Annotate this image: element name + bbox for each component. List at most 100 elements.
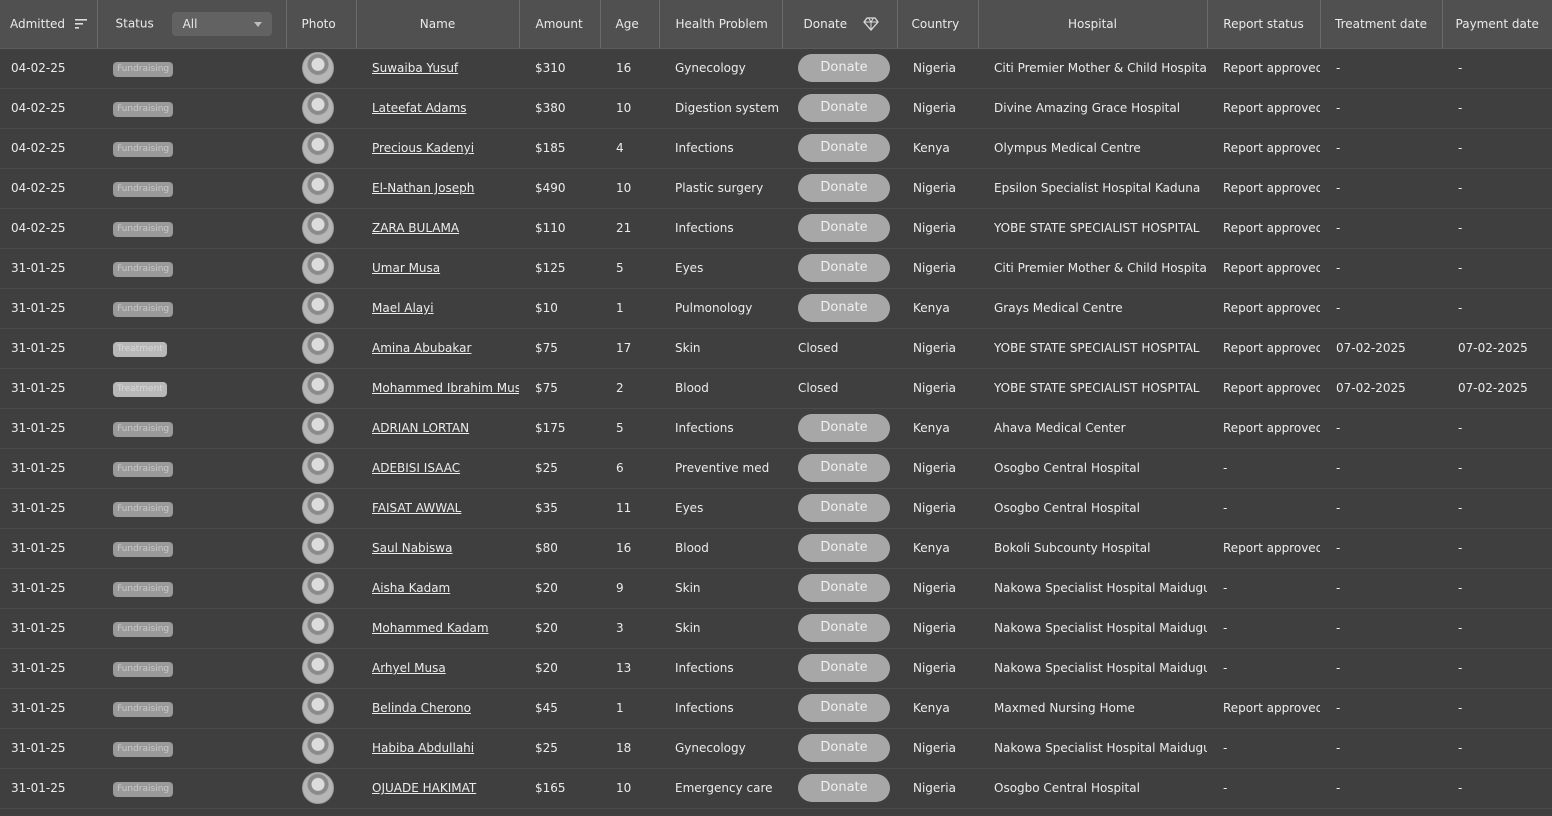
avatar[interactable]: [302, 652, 334, 684]
avatar[interactable]: [302, 372, 334, 404]
cell-name: Mael Alayi: [356, 288, 519, 329]
table-row[interactable]: 04-02-25 Fundraising Precious Kadenyi $185 4…: [0, 128, 1552, 169]
table-row[interactable]: 31-01-25 Fundraising Aisha Kadam $20 9 Skin Do…: [0, 568, 1552, 609]
cell-amount: $380: [519, 88, 600, 129]
table-row[interactable]: 04-02-25 Fundraising El-Nathan Joseph $490 1…: [0, 168, 1552, 209]
patient-name-link[interactable]: Mael Alayi: [372, 301, 434, 315]
avatar[interactable]: [302, 212, 334, 244]
donate-button[interactable]: Donate: [798, 614, 890, 642]
patient-name-link[interactable]: FAISAT AWWAL: [372, 501, 461, 515]
patient-name-link[interactable]: ADEBISI ISAAC: [372, 461, 460, 475]
donate-button[interactable]: Donate: [798, 414, 890, 442]
sort-lines-icon[interactable]: [74, 19, 87, 29]
donate-button[interactable]: Donate: [798, 654, 890, 682]
table-row[interactable]: 31-01-25 Fundraising FAISAT AWWAL $35 11 Eyes…: [0, 488, 1552, 529]
cell-admitted: 31-01-25: [0, 408, 97, 449]
avatar[interactable]: [302, 332, 334, 364]
donate-button[interactable]: Donate: [798, 694, 890, 722]
donate-button[interactable]: Donate: [798, 534, 890, 562]
table-row[interactable]: 31-01-25 Treatment Mohammed Ibrahim Musa $7…: [0, 368, 1552, 409]
patient-name-link[interactable]: Aisha Kadam: [372, 581, 450, 595]
avatar[interactable]: [302, 292, 334, 324]
donate-button[interactable]: Donate: [798, 774, 890, 802]
avatar[interactable]: [302, 732, 334, 764]
patient-name-link[interactable]: ZARA BULAMA: [372, 221, 459, 235]
avatar[interactable]: [302, 532, 334, 564]
cell-hospital: Olympus Medical Centre: [978, 128, 1207, 169]
patient-name-link[interactable]: Saul Nabiswa: [372, 541, 452, 555]
avatar[interactable]: [302, 572, 334, 604]
cell-payment-date: -: [1442, 48, 1552, 89]
patient-name-link[interactable]: Precious Kadenyi: [372, 141, 474, 155]
cell-status: Fundraising: [97, 288, 286, 329]
table-row[interactable]: 31-01-25 Treatment Amina Abubakar $75 17 Skin…: [0, 328, 1552, 369]
patient-name-link[interactable]: Lateefat Adams: [372, 101, 467, 115]
cell-amount: $75: [519, 328, 600, 369]
cell-donate: Donate: [782, 728, 897, 769]
table-row[interactable]: 31-01-25 Fundraising Arhyel Musa $20 13 Infec…: [0, 648, 1552, 689]
table-row[interactable]: 31-01-25 Fundraising Mael Alayi $10 1 Pulmono…: [0, 288, 1552, 329]
avatar[interactable]: [302, 252, 334, 284]
col-status-label: Status: [115, 16, 154, 31]
donate-button[interactable]: Donate: [798, 254, 890, 282]
donate-button[interactable]: Donate: [798, 134, 890, 162]
donate-button[interactable]: Donate: [798, 454, 890, 482]
cell-status: Fundraising: [97, 128, 286, 169]
patient-name-link[interactable]: ADRIAN LORTAN: [372, 421, 469, 435]
cell-hospital: Divine Amazing Grace Hospital: [978, 88, 1207, 129]
cell-donate: Donate: [782, 168, 897, 209]
table-row[interactable]: 31-01-25 Fundraising Saul Nabiswa $80 16 Bloo…: [0, 528, 1552, 569]
avatar[interactable]: [302, 492, 334, 524]
patient-name-link[interactable]: Belinda Cherono: [372, 701, 471, 715]
status-badge: Fundraising: [113, 181, 174, 197]
donate-button[interactable]: Donate: [798, 574, 890, 602]
table-row[interactable]: 31-01-25 Fundraising Belinda Cherono $45 1 In…: [0, 688, 1552, 729]
table-row[interactable]: 31-01-25 Fundraising OJUADE HAKIMAT $165 10 E…: [0, 768, 1552, 809]
patient-name-link[interactable]: El-Nathan Joseph: [372, 181, 474, 195]
avatar[interactable]: [302, 692, 334, 724]
status-badge: Fundraising: [113, 421, 174, 437]
avatar[interactable]: [302, 172, 334, 204]
cell-treatment-date: -: [1320, 528, 1442, 569]
table-row[interactable]: 04-02-25 Fundraising ZARA BULAMA $110 21 Infe…: [0, 208, 1552, 249]
col-name-label: Name: [419, 16, 456, 31]
donate-button[interactable]: Donate: [798, 294, 890, 322]
table-row[interactable]: 31-01-25 Fundraising Habiba Abdullahi $25 18…: [0, 728, 1552, 769]
cell-admitted: 31-01-25: [0, 248, 97, 289]
donate-closed-text: Closed: [798, 381, 839, 395]
patient-name-link[interactable]: Arhyel Musa: [372, 661, 446, 675]
cell-hospital: Nakowa Specialist Hospital Maiduguri: [978, 648, 1207, 689]
donate-button[interactable]: Donate: [798, 54, 890, 82]
patient-name-link[interactable]: Amina Abubakar: [372, 341, 471, 355]
cell-donate: Donate: [782, 448, 897, 489]
status-filter-select[interactable]: All: [171, 11, 272, 36]
patient-name-link[interactable]: Habiba Abdullahi: [372, 741, 474, 755]
patient-name-link[interactable]: OJUADE HAKIMAT: [372, 781, 476, 795]
patient-name-link[interactable]: Umar Musa: [372, 261, 440, 275]
table-row[interactable]: 04-02-25 Fundraising Suwaiba Yusuf $310 16 Gy…: [0, 48, 1552, 89]
cell-health-problem: Infections: [659, 408, 782, 449]
patient-name-link[interactable]: Mohammed Kadam: [372, 621, 489, 635]
cell-health-problem: Plastic surgery: [659, 168, 782, 209]
avatar[interactable]: [302, 92, 334, 124]
table-row[interactable]: 31-01-25 Fundraising ADEBISI ISAAC $25 6 Prev…: [0, 448, 1552, 489]
avatar[interactable]: [302, 772, 334, 804]
avatar[interactable]: [302, 612, 334, 644]
avatar[interactable]: [302, 412, 334, 444]
table-row[interactable]: 31-01-25 Fundraising Umar Musa $125 5 Eyes Don…: [0, 248, 1552, 289]
col-admitted[interactable]: Admitted: [0, 0, 98, 49]
donate-button[interactable]: Donate: [798, 494, 890, 522]
donate-button[interactable]: Donate: [798, 94, 890, 122]
avatar[interactable]: [302, 132, 334, 164]
avatar[interactable]: [302, 52, 334, 84]
patient-name-link[interactable]: Suwaiba Yusuf: [372, 61, 458, 75]
table-row[interactable]: 31-01-25 Fundraising ADRIAN LORTAN $175 5 Inf…: [0, 408, 1552, 449]
donate-button[interactable]: Donate: [798, 174, 890, 202]
donate-button[interactable]: Donate: [798, 214, 890, 242]
donate-button[interactable]: Donate: [798, 734, 890, 762]
table-row[interactable]: 31-01-25 Fundraising Mohammed Kadam $20 3 Ski…: [0, 608, 1552, 649]
cell-status: Fundraising: [97, 208, 286, 249]
avatar[interactable]: [302, 452, 334, 484]
patient-name-link[interactable]: Mohammed Ibrahim Musa: [372, 381, 519, 395]
table-row[interactable]: 04-02-25 Fundraising Lateefat Adams $380 10 D…: [0, 88, 1552, 129]
